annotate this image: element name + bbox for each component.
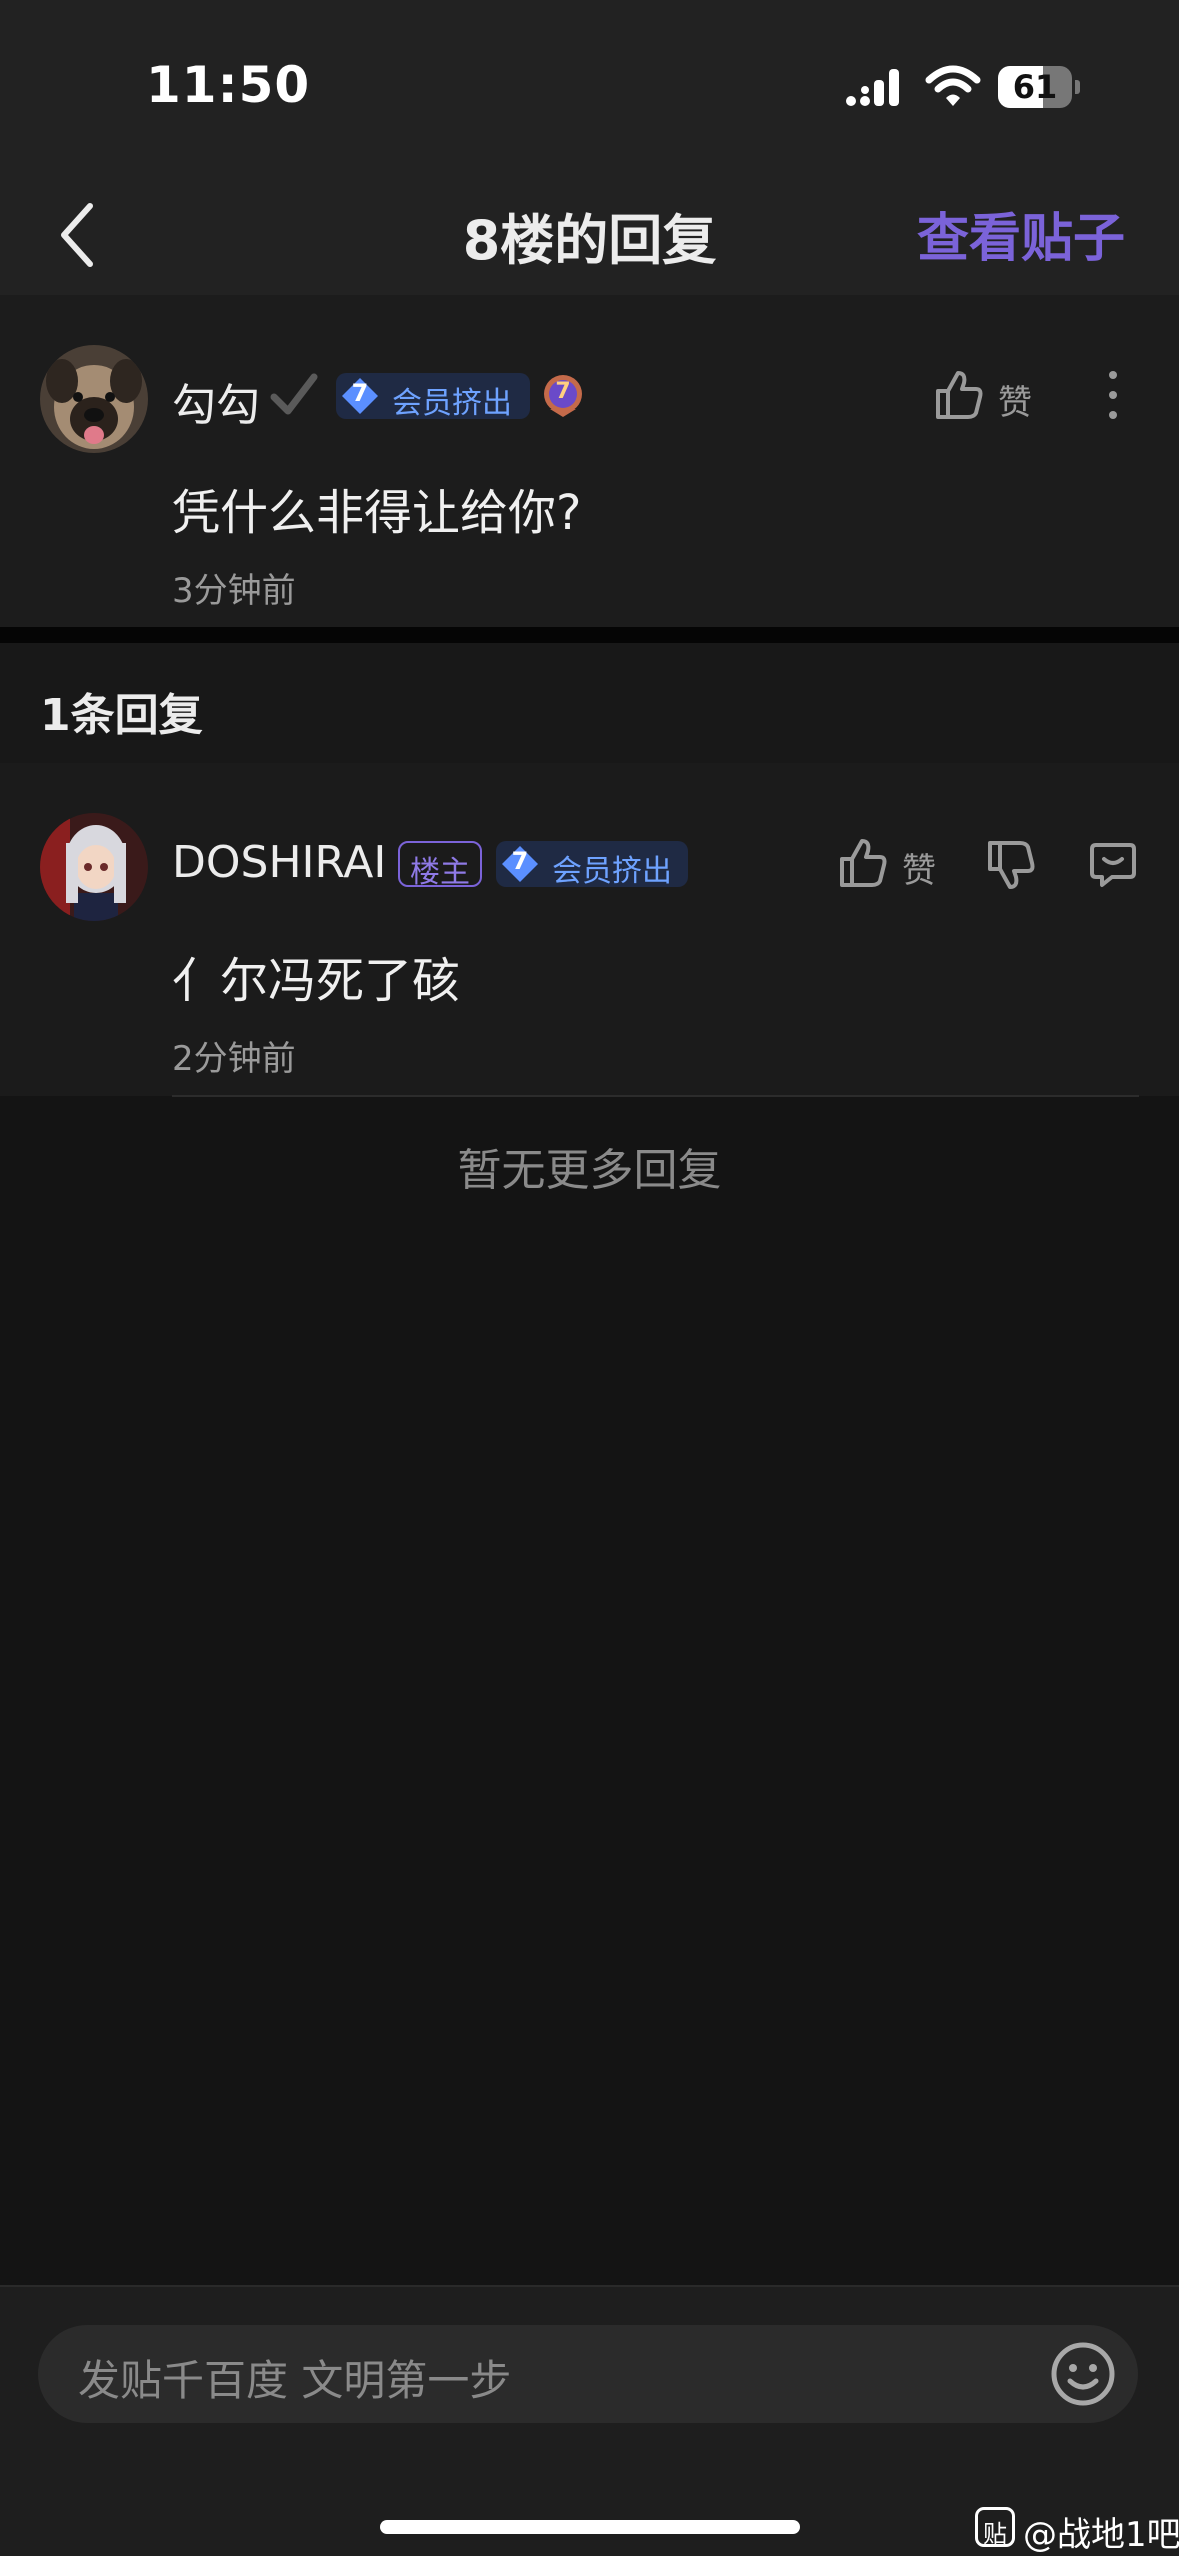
emoji-icon[interactable] bbox=[1048, 2339, 1118, 2409]
comment-time: 3分钟前 bbox=[172, 571, 296, 611]
owner-badge: 楼主 bbox=[398, 841, 482, 890]
verified-check-icon bbox=[270, 373, 318, 415]
level-number: 7 bbox=[555, 379, 571, 404]
username[interactable]: 勾勾 bbox=[172, 369, 260, 433]
section-divider bbox=[0, 627, 1179, 643]
member-badge-label: 会员挤出 bbox=[392, 386, 512, 421]
reply-time: 2分钟前 bbox=[172, 1039, 296, 1079]
thumbs-down-icon[interactable] bbox=[986, 839, 1036, 891]
more-options-icon[interactable] bbox=[1100, 367, 1126, 423]
watermark-text: @战地1吧 bbox=[1023, 2515, 1179, 2555]
wifi-icon bbox=[925, 65, 981, 106]
no-more-replies: 暂无更多回复 bbox=[457, 1145, 722, 1196]
reply-input[interactable]: 发贴千百度 文明第一步 bbox=[38, 2325, 1138, 2423]
cellular-signal-icon bbox=[846, 69, 899, 106]
reply-item: DOSHIRAI 楼主 7 会员挤出 赞 亻尔冯死了硋 2分钟前 bbox=[0, 763, 1179, 1097]
user-avatar[interactable] bbox=[40, 345, 148, 453]
status-time: 11:50 bbox=[146, 56, 311, 114]
reply-comment-icon[interactable] bbox=[1088, 839, 1138, 889]
status-bar: 11:50 61 bbox=[0, 0, 1179, 170]
comment-content: 凭什么非得让给你? bbox=[172, 485, 582, 541]
view-post-button[interactable]: 查看贴子 bbox=[917, 196, 1125, 271]
member-badge-label: 会员挤出 bbox=[552, 854, 672, 889]
like-label: 赞 bbox=[902, 851, 936, 891]
member-badge[interactable]: 7 会员挤出 bbox=[336, 373, 530, 421]
like-button[interactable]: 赞 bbox=[934, 367, 1040, 425]
member-level: 7 bbox=[511, 847, 529, 875]
like-label: 赞 bbox=[998, 383, 1032, 423]
replies-count: 1条回复 bbox=[40, 690, 203, 741]
reply-input-placeholder: 发贴千百度 文明第一步 bbox=[78, 2356, 512, 2405]
battery-level-text: 61 bbox=[1012, 68, 1058, 106]
navigation-bar: 8楼的回复 查看贴子 bbox=[0, 170, 1179, 295]
reply-content: 亻尔冯死了硋 bbox=[172, 953, 461, 1009]
member-level: 7 bbox=[351, 379, 369, 407]
bottom-input-bar: 发贴千百度 文明第一步 贴 @战地1吧 bbox=[0, 2285, 1179, 2556]
user-avatar[interactable] bbox=[40, 813, 148, 921]
thumbs-up-icon bbox=[936, 371, 983, 419]
replies-header: 1条回复 bbox=[0, 643, 1179, 763]
reply-divider bbox=[172, 1095, 1139, 1097]
reply-page: 11:50 61 8楼的回复 查看贴子 勾勾 7 会员挤出 7 赞 凭什么非得让… bbox=[0, 0, 1179, 2556]
member-badge[interactable]: 7 会员挤出 bbox=[496, 841, 688, 889]
battery-indicator: 61 bbox=[998, 66, 1080, 108]
home-indicator bbox=[380, 2520, 800, 2534]
like-button[interactable]: 赞 bbox=[838, 835, 944, 893]
tieba-logo-icon: 贴 bbox=[975, 2507, 1015, 2548]
original-comment: 勾勾 7 会员挤出 7 赞 凭什么非得让给你? 3分钟前 bbox=[0, 295, 1179, 627]
thumbs-up-icon bbox=[840, 839, 887, 887]
level-badge[interactable]: 7 bbox=[540, 373, 586, 419]
username[interactable]: DOSHIRAI bbox=[172, 837, 386, 888]
